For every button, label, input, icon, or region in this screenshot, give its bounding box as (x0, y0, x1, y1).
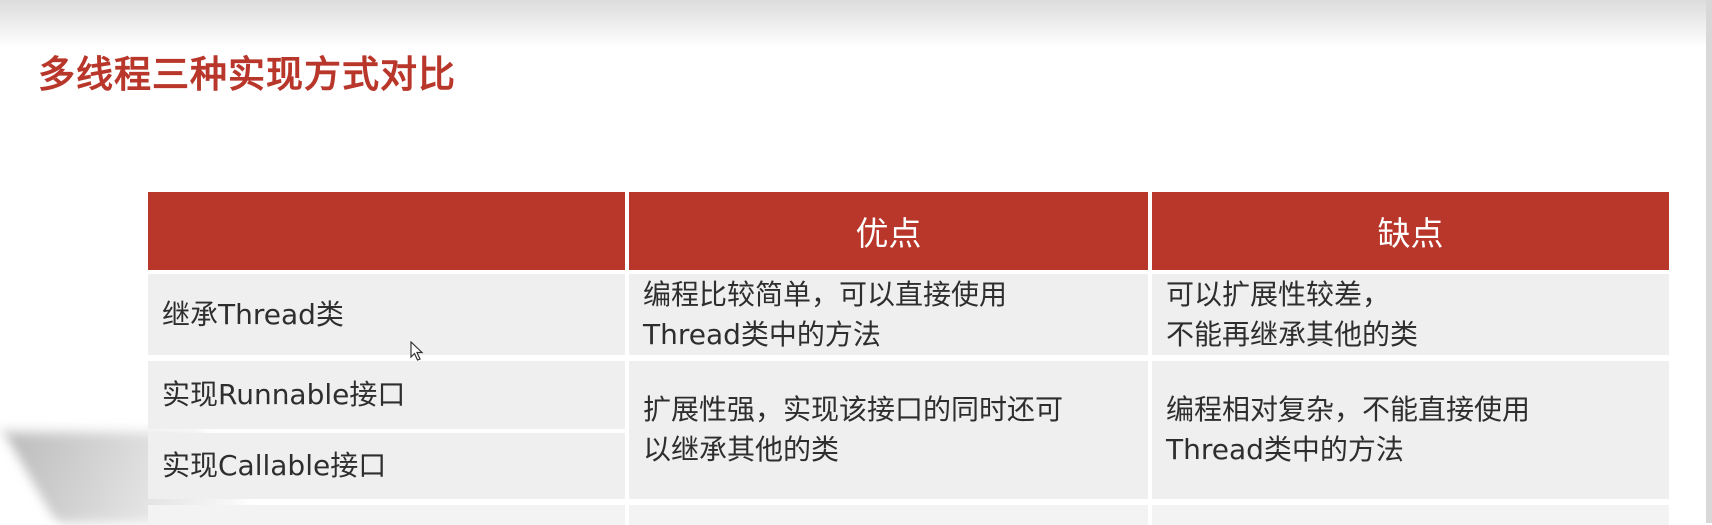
row-partial-2 (629, 505, 1148, 525)
row-thread-pros: 编程比较简单，可以直接使用 Thread类中的方法 (629, 274, 1148, 355)
method-label: 实现Runnable接口 (162, 378, 406, 411)
row-callable-method: 实现Callable接口 (148, 433, 625, 499)
row-partial-1 (148, 505, 625, 525)
header-cell-empty (148, 192, 625, 270)
cons-line-1: 编程相对复杂，不能直接使用 (1166, 393, 1531, 426)
cons-line-1: 可以扩展性较差， (1166, 277, 1391, 311)
cons-line-2: 不能再继承其他的类 (1166, 317, 1419, 351)
mouse-pointer-icon (410, 341, 424, 361)
right-edge (1706, 0, 1712, 523)
row-interface-pros: 扩展性强，实现该接口的同时还可 以继承其他的类 (629, 361, 1148, 499)
method-label: 继承Thread类 (162, 297, 344, 331)
pros-line-1: 编程比较简单，可以直接使用 (643, 277, 1008, 311)
pros-line-1: 扩展性强，实现该接口的同时还可 (643, 393, 1064, 426)
row-thread-method: 继承Thread类 (148, 274, 625, 355)
row-runnable-method: 实现Runnable接口 (148, 361, 625, 429)
top-shade (0, 0, 1712, 48)
pros-line-2: 以继承其他的类 (643, 433, 840, 466)
row-partial-3 (1152, 505, 1669, 525)
row-thread-cons: 可以扩展性较差， 不能再继承其他的类 (1152, 274, 1669, 355)
comparison-table: 优点 缺点 继承Thread类 编程比较简单，可以直接使用 Thread类中的方… (148, 192, 1669, 525)
header-pros: 优点 (629, 192, 1148, 270)
method-label: 实现Callable接口 (162, 449, 387, 482)
pros-line-2: Thread类中的方法 (643, 317, 881, 351)
page-title: 多线程三种实现方式对比 (38, 53, 456, 96)
cons-line-2: Thread类中的方法 (1166, 433, 1404, 466)
header-cons: 缺点 (1152, 192, 1669, 270)
row-interface-cons: 编程相对复杂，不能直接使用 Thread类中的方法 (1152, 361, 1669, 499)
